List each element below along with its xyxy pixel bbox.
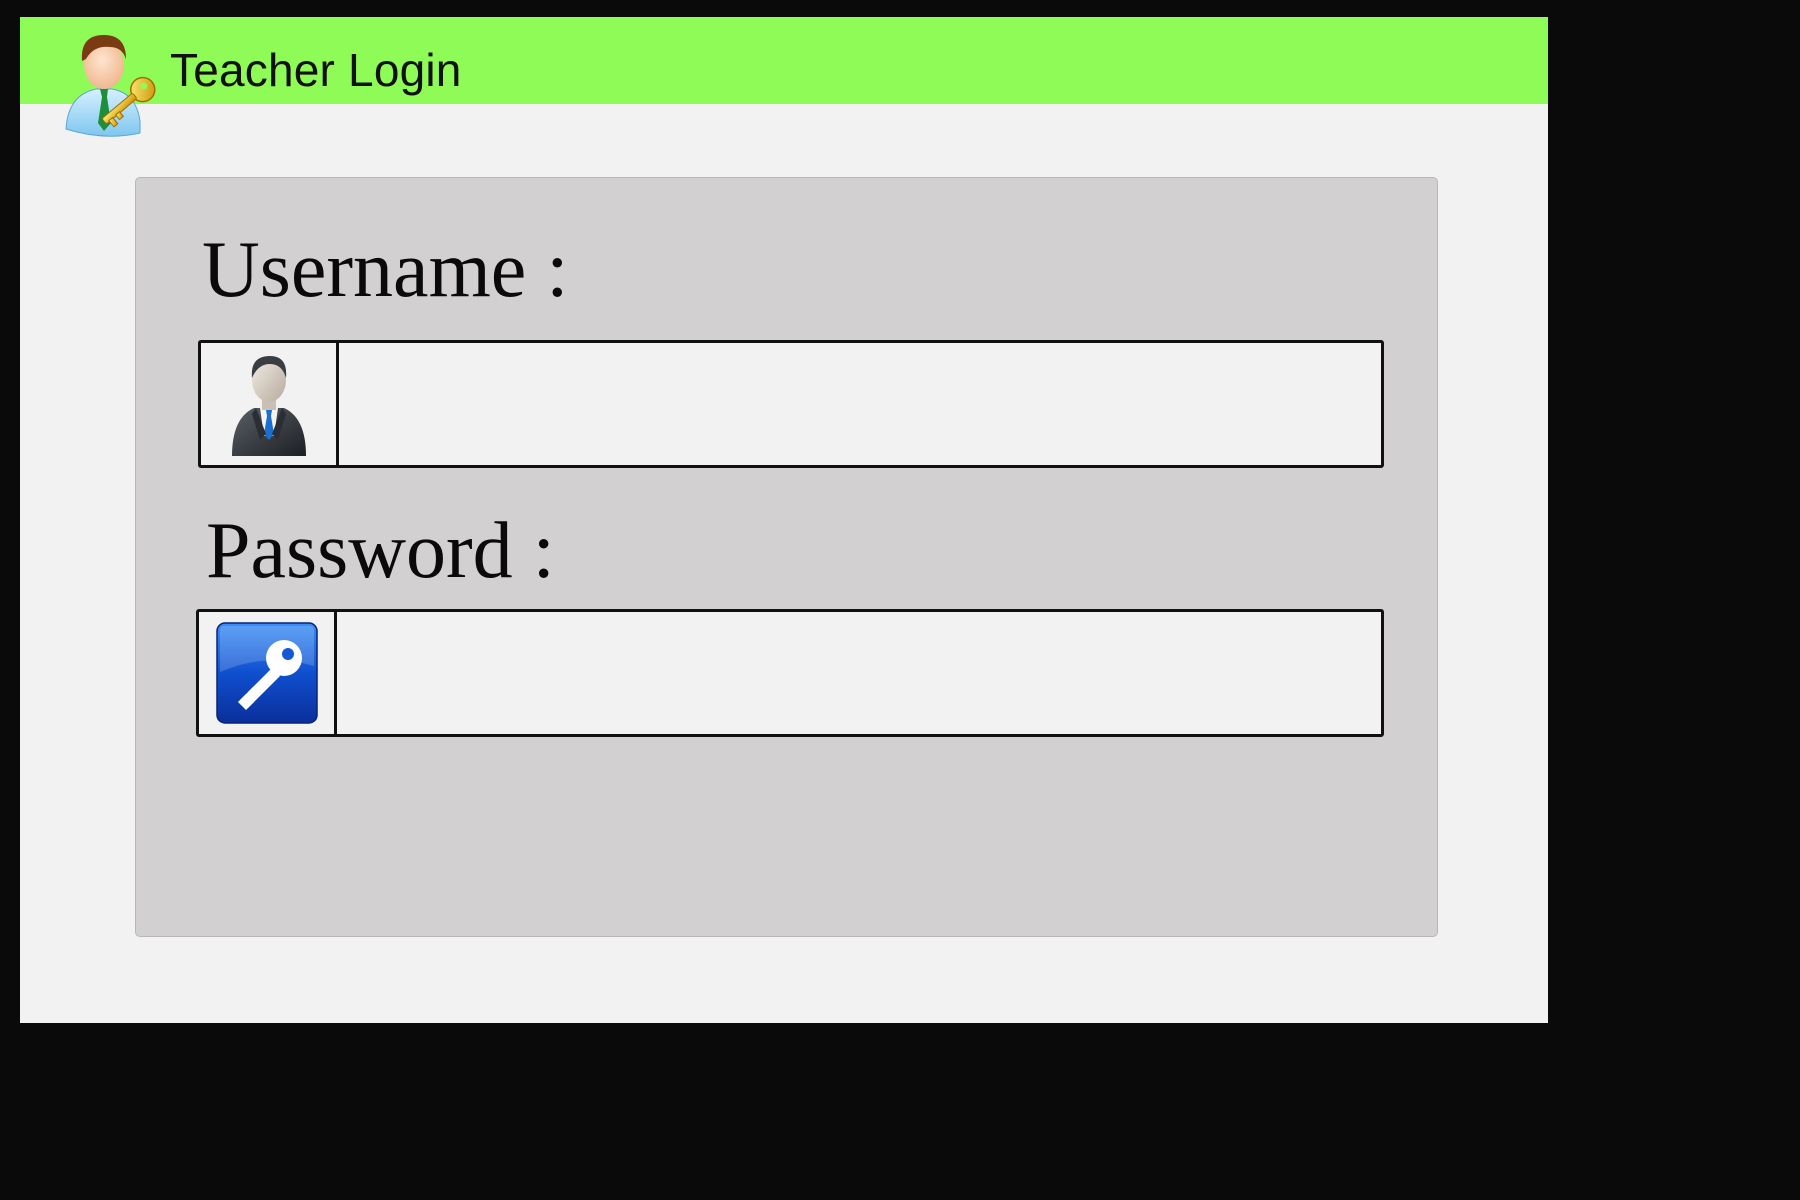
title-bar: Teacher Login xyxy=(20,17,1548,104)
username-input[interactable] xyxy=(339,343,1381,465)
password-input[interactable] xyxy=(337,612,1381,734)
key-icon xyxy=(215,622,318,724)
password-field xyxy=(196,609,1384,737)
password-icon-cell xyxy=(199,612,337,734)
businessman-icon xyxy=(231,356,306,456)
password-label: Password : xyxy=(206,507,555,595)
username-icon-cell xyxy=(201,343,339,465)
username-label: Username : xyxy=(202,226,569,314)
window-title: Teacher Login xyxy=(170,44,462,96)
login-panel: Username : Password: xyxy=(135,177,1438,937)
teacher-key-icon xyxy=(65,35,156,137)
login-window: Teacher Login Username: Password: xyxy=(20,17,1548,1023)
username-field xyxy=(198,340,1384,468)
